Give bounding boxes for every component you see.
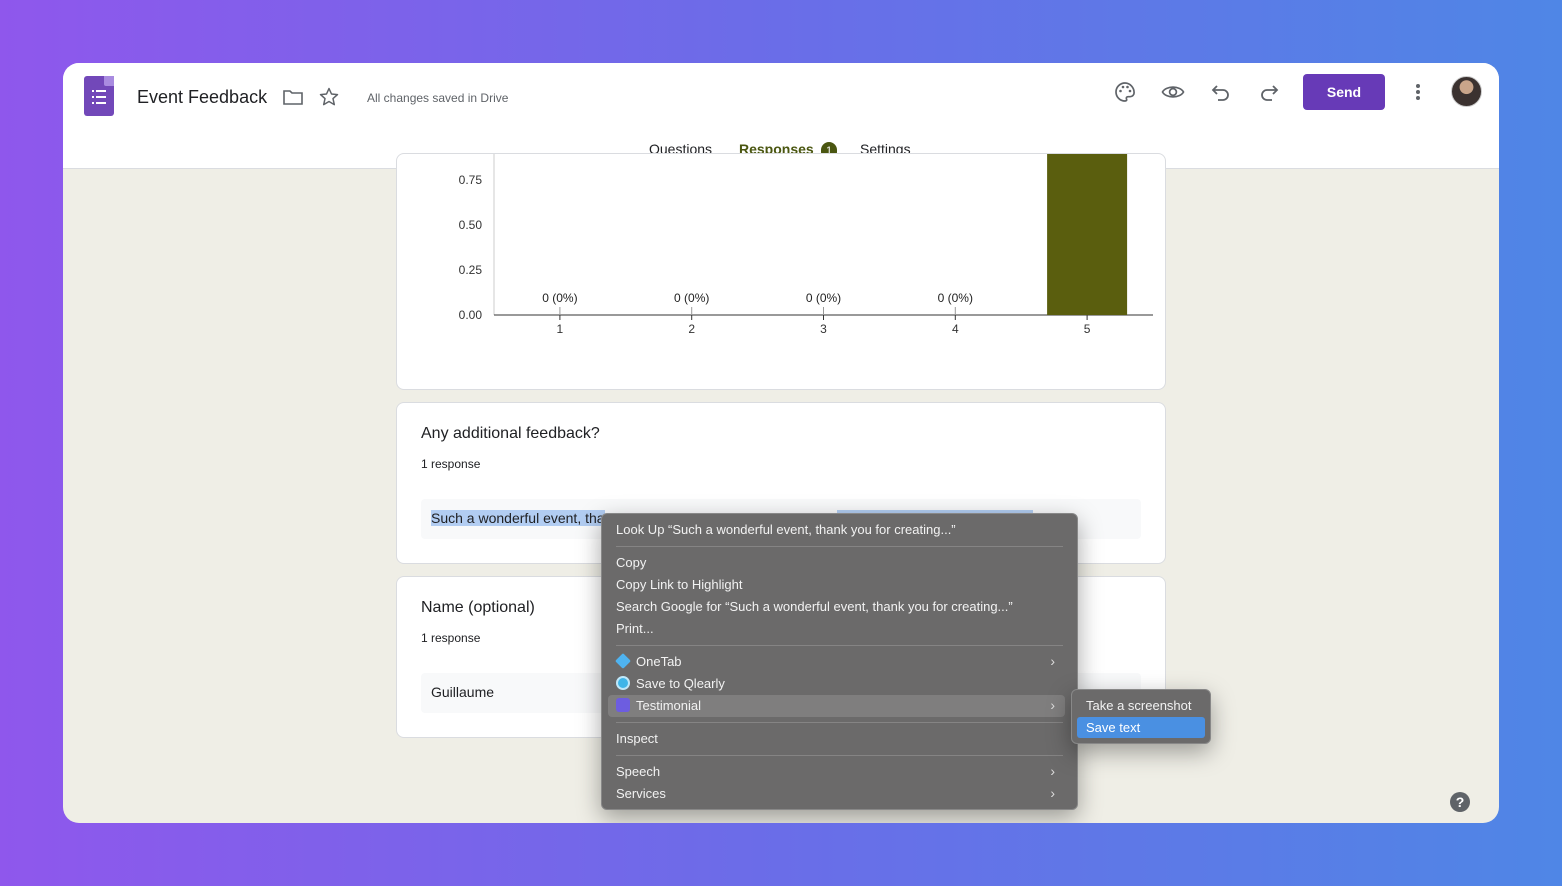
help-icon[interactable]: ? [1450, 792, 1470, 812]
question-title: Any additional feedback? [421, 425, 600, 442]
menu-separator [616, 755, 1063, 756]
onetab-diamond-icon [615, 653, 631, 669]
menu-item-label: Inspect [616, 731, 658, 746]
menu-item-services[interactable]: Services › [608, 783, 1065, 805]
chevron-right-icon: › [1050, 763, 1055, 779]
menu-item-copy[interactable]: Copy [608, 552, 1065, 574]
menu-item-print[interactable]: Print... [608, 618, 1065, 640]
menu-item-search-google[interactable]: Search Google for “Such a wonderful even… [608, 596, 1065, 618]
menu-separator [616, 722, 1063, 723]
x-tick-label: 1 [557, 322, 564, 336]
testimonial-submenu: Take a screenshot Save text [1071, 689, 1211, 744]
menu-item-label: Copy Link to Highlight [616, 577, 743, 592]
y-tick-label: 0.50 [459, 218, 483, 232]
question-title: Name (optional) [421, 599, 535, 616]
menu-item-testimonial[interactable]: Testimonial › [608, 695, 1065, 717]
app-window: Event Feedback All changes saved in Driv… [63, 63, 1499, 823]
menu-item-look-up[interactable]: Look Up “Such a wonderful event, thank y… [608, 519, 1065, 541]
response-count: 1 response [421, 631, 481, 645]
save-status: All changes saved in Drive [367, 91, 509, 105]
x-tick-label: 2 [688, 322, 695, 336]
response-count: 1 response [421, 457, 481, 471]
menu-item-label: Copy [616, 555, 647, 570]
menu-item-label: OneTab [636, 654, 682, 669]
bar-data-label: 0 (0%) [674, 291, 709, 305]
form-title[interactable]: Event Feedback [137, 87, 267, 108]
preview-eye-icon[interactable] [1161, 83, 1185, 101]
menu-item-label: Testimonial [636, 698, 702, 713]
menu-item-copy-link[interactable]: Copy Link to Highlight [608, 574, 1065, 596]
more-options-icon[interactable] [1413, 82, 1423, 102]
submenu-item-take-screenshot[interactable]: Take a screenshot [1077, 695, 1205, 716]
folder-icon[interactable] [283, 88, 303, 106]
star-icon[interactable] [319, 87, 339, 107]
menu-item-inspect[interactable]: Inspect [608, 728, 1065, 750]
menu-item-label: Services [616, 786, 666, 801]
bar [1047, 154, 1128, 315]
menu-item-save-to-qlearly[interactable]: Save to Qlearly [608, 673, 1065, 695]
chevron-right-icon: › [1050, 653, 1055, 669]
menu-item-label: Look Up “Such a wonderful event, thank y… [616, 522, 956, 537]
testimonial-thumbs-up-icon [616, 698, 630, 712]
rating-chart-card: 0.75 0.50 0.25 0.00 1 0 (0%) 2 0 (0%) 3 0 (0%) 4 0 … [396, 153, 1166, 390]
avatar[interactable] [1451, 76, 1482, 107]
y-tick-label: 0.00 [459, 308, 483, 322]
selected-text[interactable]: Such a wonderful event, tha [431, 510, 605, 526]
chevron-right-icon: › [1050, 697, 1055, 713]
x-tick-label: 5 [1084, 322, 1091, 336]
menu-item-label: Speech [616, 764, 661, 779]
context-menu: Look Up “Such a wonderful event, thank y… [601, 513, 1078, 810]
bar-data-label: 0 (0%) [542, 291, 577, 305]
menu-item-label: Print... [616, 621, 654, 636]
menu-separator [616, 546, 1063, 547]
x-tick-label: 4 [952, 322, 959, 336]
menu-item-label: Search Google for “Such a wonderful even… [616, 599, 1013, 614]
chevron-right-icon: › [1050, 785, 1055, 801]
google-forms-logo-icon[interactable] [84, 76, 114, 116]
y-tick-label: 0.25 [459, 263, 483, 277]
menu-separator [616, 645, 1063, 646]
submenu-item-save-text[interactable]: Save text [1077, 717, 1205, 738]
bar-data-label: 0 (0%) [938, 291, 973, 305]
palette-icon[interactable] [1114, 81, 1136, 103]
x-tick-label: 3 [820, 322, 827, 336]
menu-item-label: Save to Qlearly [636, 676, 725, 691]
rating-bar-chart: 0.75 0.50 0.25 0.00 1 0 (0%) 2 0 (0%) 3 0 (0%) 4 0 … [459, 154, 1153, 336]
menu-item-speech[interactable]: Speech › [608, 761, 1065, 783]
redo-icon[interactable] [1259, 83, 1279, 101]
y-tick-label: 0.75 [459, 173, 483, 187]
undo-icon[interactable] [1211, 83, 1231, 101]
menu-item-onetab[interactable]: OneTab › [608, 651, 1065, 673]
bar-data-label: 0 (0%) [806, 291, 841, 305]
send-button[interactable]: Send [1303, 74, 1385, 110]
qlearly-icon [616, 676, 630, 690]
